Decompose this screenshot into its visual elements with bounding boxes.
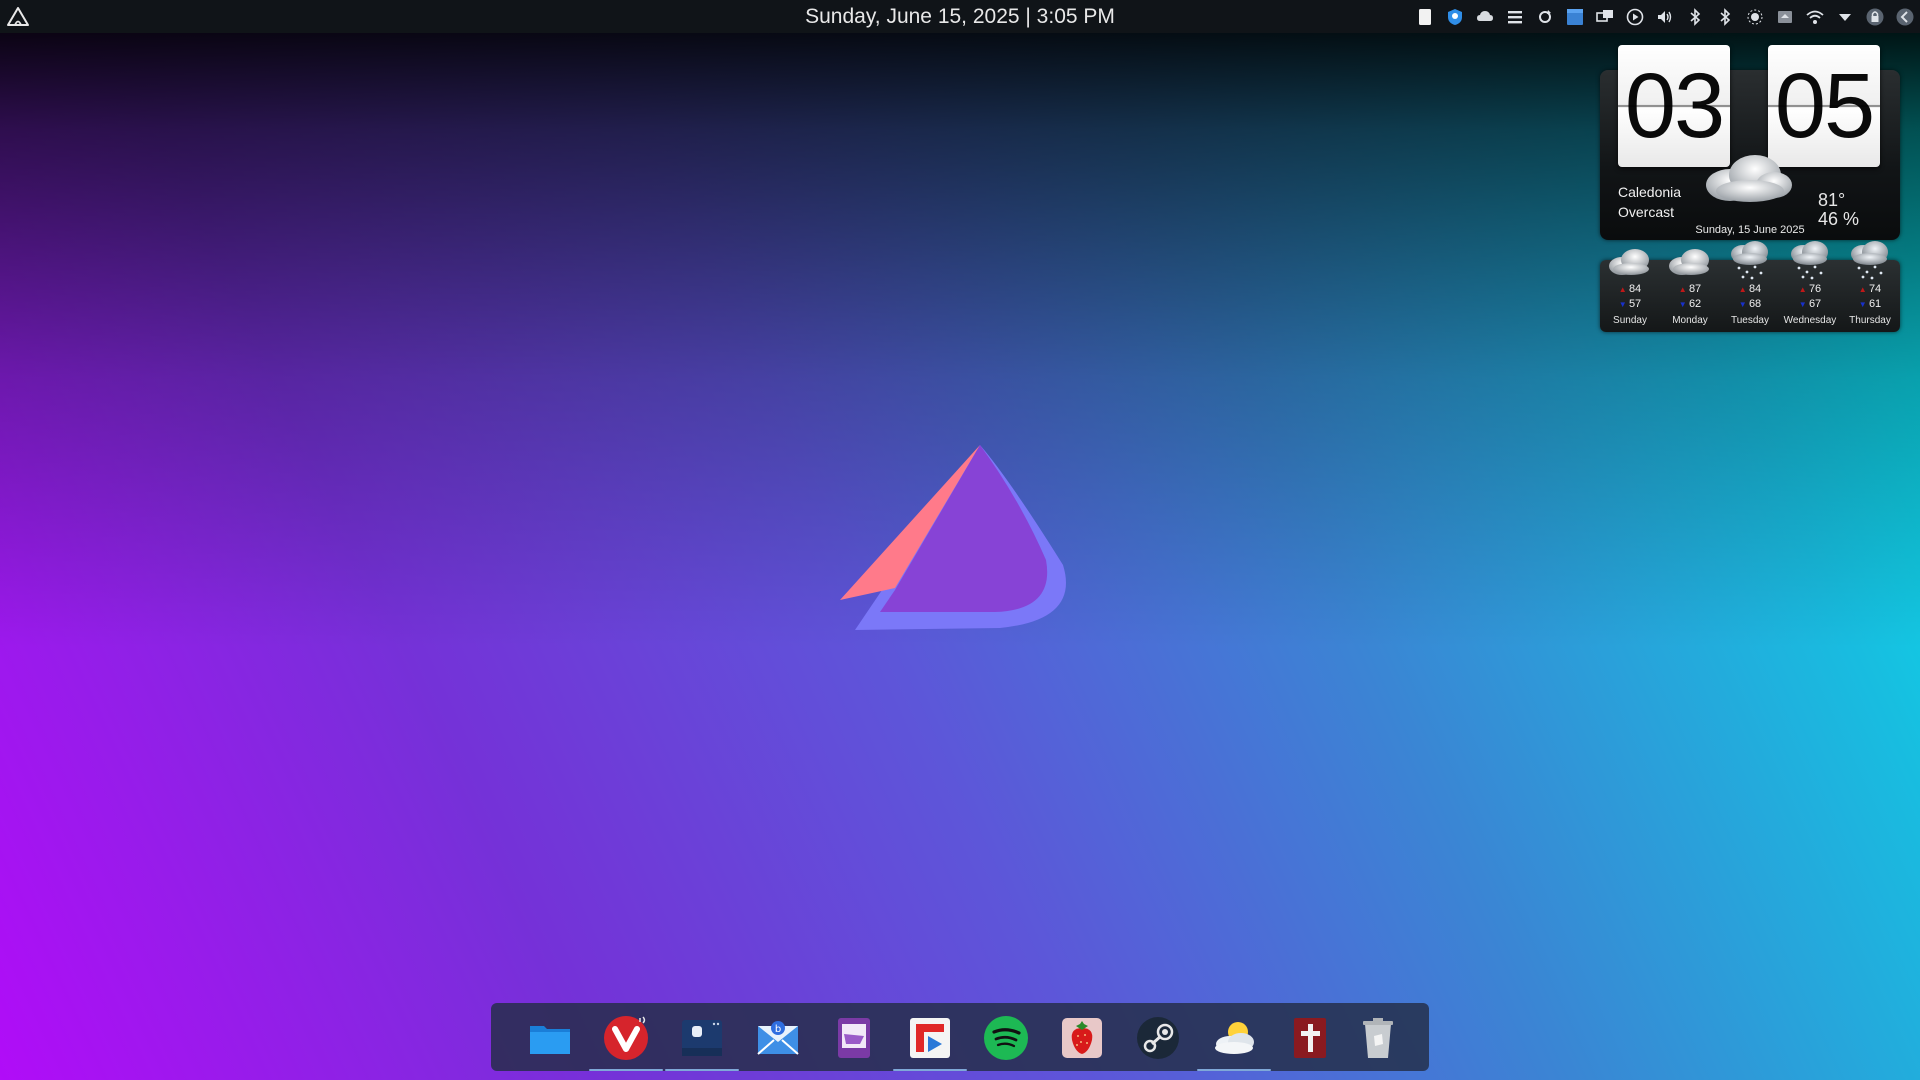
bible-icon[interactable] <box>1285 1013 1335 1063</box>
window-icon[interactable] <box>1565 7 1584 26</box>
top-panel: Sunday, June 15, 2025 | 3:05 PM <box>0 0 1920 33</box>
forecast-day-name: Monday <box>1672 315 1708 326</box>
weather-clock-widget[interactable]: 03 05 Caledonia Overcast 81° 46 % Sunday… <box>1600 45 1900 335</box>
forecast-high: 74 <box>1840 282 1900 297</box>
vivaldi-icon[interactable] <box>601 1013 651 1063</box>
running-indicator <box>665 1069 739 1071</box>
strawberry-icon[interactable] <box>1057 1013 1107 1063</box>
forecast-low: 67 <box>1780 297 1840 312</box>
forecast-high: 76 <box>1780 282 1840 297</box>
forecast-low: 57 <box>1600 297 1660 312</box>
trash-icon[interactable] <box>1353 1013 1403 1063</box>
forecast-high: 84 <box>1720 282 1780 297</box>
mail-icon[interactable]: b <box>753 1013 803 1063</box>
forecast-day-name: Thursday <box>1849 315 1891 326</box>
dock: b <box>491 1003 1429 1071</box>
forecast-day: 7461 Thursday <box>1840 240 1900 332</box>
snow-cloud-icon <box>1785 240 1835 282</box>
running-indicator <box>1197 1069 1271 1071</box>
app-launcher-icon[interactable] <box>677 1013 727 1063</box>
refresh-icon[interactable] <box>1535 7 1554 26</box>
forecast-low: 62 <box>1660 297 1720 312</box>
forecast-high: 84 <box>1600 282 1660 297</box>
forecast-day-name: Sunday <box>1613 315 1647 326</box>
forecast-day-name: Wednesday <box>1783 315 1837 326</box>
play-icon[interactable] <box>1625 7 1644 26</box>
arch-linux-icon[interactable] <box>6 5 30 29</box>
overcast-cloud-icon <box>1706 155 1792 202</box>
temperature: 81° <box>1818 190 1846 210</box>
weather-app-icon[interactable] <box>1209 1013 1259 1063</box>
forecast-day: 8762 Monday <box>1660 240 1720 332</box>
running-indicator <box>589 1069 663 1071</box>
forecast-low: 61 <box>1840 297 1900 312</box>
arch-logo-wallpaper <box>840 445 1066 630</box>
weather-date: Sunday, 15 June 2025 <box>1695 224 1805 236</box>
weather-condition: Overcast <box>1618 204 1675 220</box>
flipboard-icon[interactable] <box>905 1013 955 1063</box>
steam-icon[interactable] <box>1133 1013 1183 1063</box>
volume-icon[interactable] <box>1655 7 1674 26</box>
snow-cloud-icon <box>1725 240 1775 282</box>
files-icon[interactable] <box>525 1013 575 1063</box>
clipboard-icon[interactable] <box>1415 7 1434 26</box>
wifi-icon[interactable] <box>1805 7 1824 26</box>
shield-icon[interactable] <box>1445 7 1464 26</box>
spotify-icon[interactable] <box>981 1013 1031 1063</box>
bluetooth-icon[interactable] <box>1685 7 1704 26</box>
city-name: Caledonia <box>1618 184 1682 200</box>
svg-text:b: b <box>775 1024 781 1035</box>
purple-app-icon[interactable] <box>829 1013 879 1063</box>
chevron-down-icon[interactable] <box>1835 7 1854 26</box>
brightness-icon[interactable] <box>1745 7 1764 26</box>
back-icon[interactable] <box>1895 7 1914 26</box>
forecast-day: 7667 Wednesday <box>1780 240 1840 332</box>
forecast-day: 8457 Sunday <box>1600 240 1660 332</box>
bluetooth-2-icon[interactable] <box>1715 7 1734 26</box>
running-indicator <box>893 1069 967 1071</box>
weather-location: Caledonia Overcast <box>1618 182 1681 222</box>
cloudy-icon <box>1605 240 1655 282</box>
cloudy-icon <box>1665 240 1715 282</box>
cloud-sync-icon[interactable] <box>1475 7 1494 26</box>
forecast-high: 87 <box>1660 282 1720 297</box>
lock-icon[interactable] <box>1865 7 1884 26</box>
display-icon[interactable] <box>1595 7 1614 26</box>
forecast-day: 8468 Tuesday <box>1720 240 1780 332</box>
snow-cloud-icon <box>1845 240 1895 282</box>
forecast-day-name: Tuesday <box>1731 315 1769 326</box>
eject-icon[interactable] <box>1775 7 1794 26</box>
forecast-low: 68 <box>1720 297 1780 312</box>
menu-icon[interactable] <box>1505 7 1524 26</box>
system-tray <box>1415 0 1920 33</box>
